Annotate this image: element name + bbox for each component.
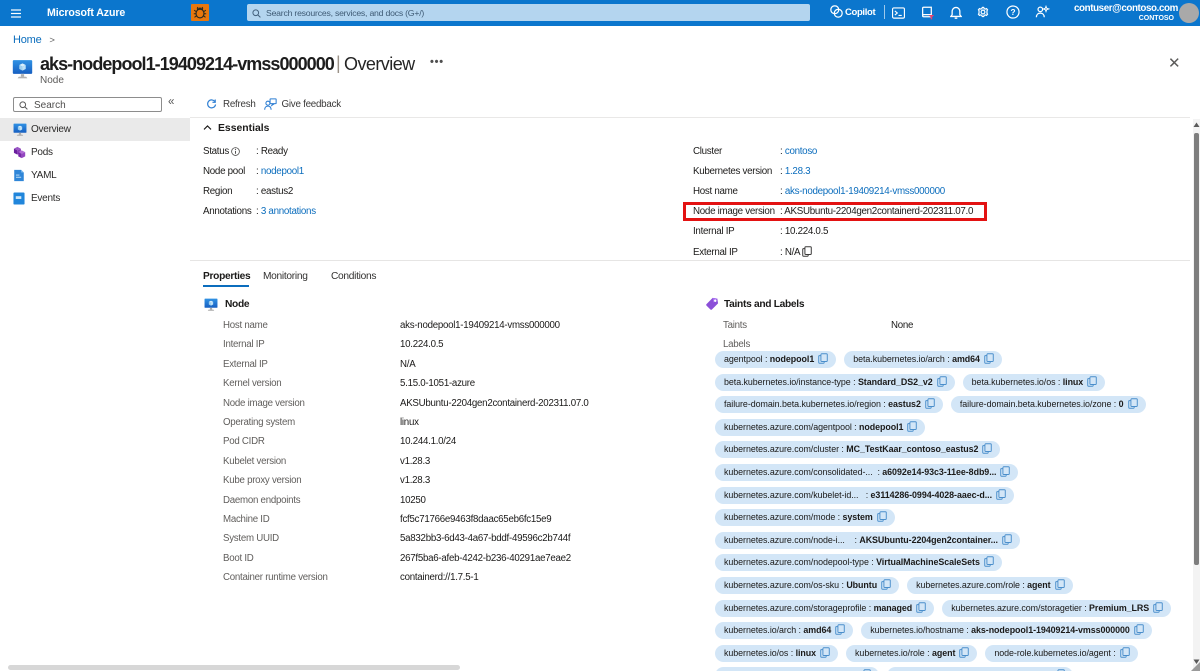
svg-text:?: ? xyxy=(1010,7,1015,17)
